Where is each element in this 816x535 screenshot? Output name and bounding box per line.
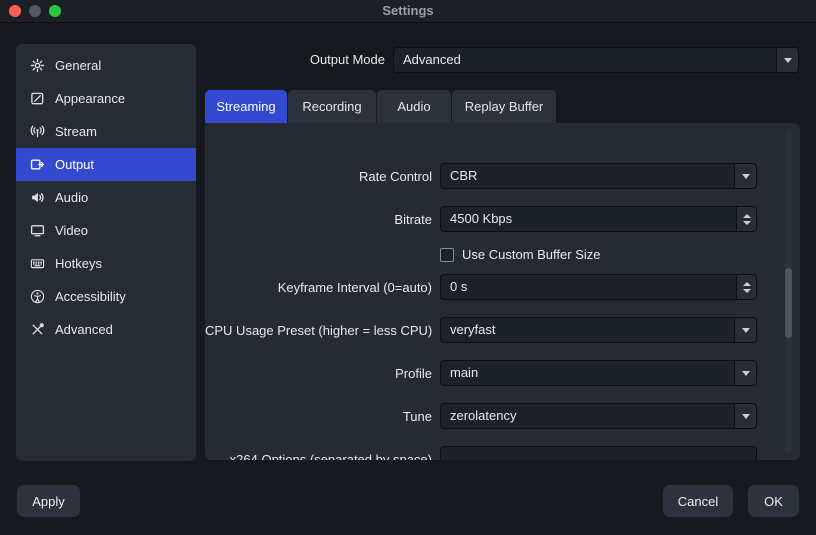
sidebar-item-label: Output: [55, 157, 95, 172]
sidebar-item-audio[interactable]: Audio: [16, 181, 196, 214]
scrollbar-thumb[interactable]: [785, 268, 792, 338]
cancel-button[interactable]: Cancel: [662, 484, 734, 518]
sidebar-item-accessibility[interactable]: Accessibility: [16, 280, 196, 313]
sidebar-item-output[interactable]: Output: [16, 148, 196, 181]
profile-value: main: [450, 365, 479, 380]
tab-recording[interactable]: Recording: [288, 90, 376, 123]
output-mode-value: Advanced: [403, 52, 461, 67]
custom-buffer-checkbox[interactable]: [440, 247, 454, 262]
stepper-arrows[interactable]: [736, 207, 756, 231]
tune-select[interactable]: zerolatency: [440, 403, 757, 429]
gear-icon: [29, 58, 45, 74]
appearance-icon: [29, 91, 45, 107]
output-mode-select[interactable]: Advanced: [393, 47, 799, 73]
x264-options-label: x264 Options (separated by space): [229, 451, 432, 461]
x264-options-row: x264 Options (separated by space): [205, 446, 800, 460]
stepper-arrows[interactable]: [736, 275, 756, 299]
output-tabs: Streaming Recording Audio Replay Buffer: [205, 90, 557, 123]
cpu-preset-value: veryfast: [450, 322, 496, 337]
sidebar-item-appearance[interactable]: Appearance: [16, 82, 196, 115]
sidebar-item-label: Advanced: [55, 322, 113, 337]
stream-icon: [29, 124, 45, 140]
bitrate-row: Bitrate 4500 Kbps: [205, 206, 800, 232]
sidebar-item-label: Stream: [55, 124, 97, 139]
tab-streaming[interactable]: Streaming: [205, 90, 287, 123]
bitrate-stepper[interactable]: 4500 Kbps: [440, 206, 757, 232]
window-title: Settings: [382, 3, 434, 18]
profile-row: Profile main: [205, 360, 800, 386]
increment-icon[interactable]: [742, 213, 751, 218]
chevron-down-icon[interactable]: [734, 361, 756, 385]
cpu-preset-label: CPU Usage Preset (higher = less CPU): [205, 322, 433, 338]
chevron-down-icon[interactable]: [776, 48, 798, 72]
titlebar: Settings: [0, 0, 816, 23]
settings-window: Settings General Appearance Stream Outpu…: [0, 0, 816, 535]
advanced-icon: [29, 322, 45, 338]
ok-button[interactable]: OK: [747, 484, 800, 518]
decrement-icon[interactable]: [742, 288, 751, 293]
tune-row: Tune zerolatency: [205, 403, 800, 429]
bitrate-label: Bitrate: [394, 211, 432, 227]
chevron-down-icon[interactable]: [734, 164, 756, 188]
keyframe-interval-value: 0 s: [450, 279, 468, 294]
keyframe-interval-label: Keyframe Interval (0=auto): [277, 279, 432, 295]
tune-label: Tune: [402, 408, 432, 424]
audio-icon: [29, 190, 45, 206]
tune-value: zerolatency: [450, 408, 517, 423]
sidebar-item-label: General: [55, 58, 102, 73]
sidebar-item-hotkeys[interactable]: Hotkeys: [16, 247, 196, 280]
decrement-icon[interactable]: [742, 220, 751, 225]
output-icon: [29, 157, 45, 173]
profile-select[interactable]: main: [440, 360, 757, 386]
keyframe-interval-row: Keyframe Interval (0=auto) 0 s: [205, 274, 800, 300]
profile-label: Profile: [395, 365, 432, 381]
increment-icon[interactable]: [742, 281, 751, 286]
custom-buffer-label[interactable]: Use Custom Buffer Size: [462, 247, 600, 262]
rate-control-label: Rate Control: [359, 168, 432, 184]
rate-control-row: Rate Control CBR: [205, 163, 800, 189]
rate-control-select[interactable]: CBR: [440, 163, 757, 189]
tab-replay-buffer[interactable]: Replay Buffer: [452, 90, 556, 123]
chevron-down-icon[interactable]: [734, 404, 756, 428]
sidebar-item-general[interactable]: General: [16, 49, 196, 82]
sidebar-item-video[interactable]: Video: [16, 214, 196, 247]
tab-audio[interactable]: Audio: [377, 90, 451, 123]
output-mode-label: Output Mode: [309, 52, 385, 67]
cpu-preset-row: CPU Usage Preset (higher = less CPU) ver…: [205, 317, 800, 343]
accessibility-icon: [29, 289, 45, 305]
bitrate-value: 4500 Kbps: [450, 211, 513, 226]
keyframe-interval-stepper[interactable]: 0 s: [440, 274, 757, 300]
apply-button[interactable]: Apply: [16, 484, 81, 518]
sidebar-item-advanced[interactable]: Advanced: [16, 313, 196, 346]
sidebar-item-label: Hotkeys: [55, 256, 102, 271]
sidebar-item-stream[interactable]: Stream: [16, 115, 196, 148]
cpu-preset-select[interactable]: veryfast: [440, 317, 757, 343]
hotkeys-icon: [29, 256, 45, 272]
sidebar-item-label: Appearance: [55, 91, 126, 106]
rate-control-value: CBR: [450, 168, 478, 183]
streaming-settings-panel: Rate Control CBR Bitrate 4500 Kbps Use C…: [205, 123, 800, 460]
sidebar-item-label: Video: [55, 223, 89, 238]
chevron-down-icon[interactable]: [734, 318, 756, 342]
x264-options-input[interactable]: [440, 446, 757, 460]
sidebar-item-label: Audio: [55, 190, 89, 205]
settings-sidebar: General Appearance Stream Output Audio V…: [16, 44, 196, 461]
custom-buffer-row: Use Custom Buffer Size: [205, 247, 800, 262]
sidebar-item-label: Accessibility: [55, 289, 126, 304]
video-icon: [29, 223, 45, 239]
